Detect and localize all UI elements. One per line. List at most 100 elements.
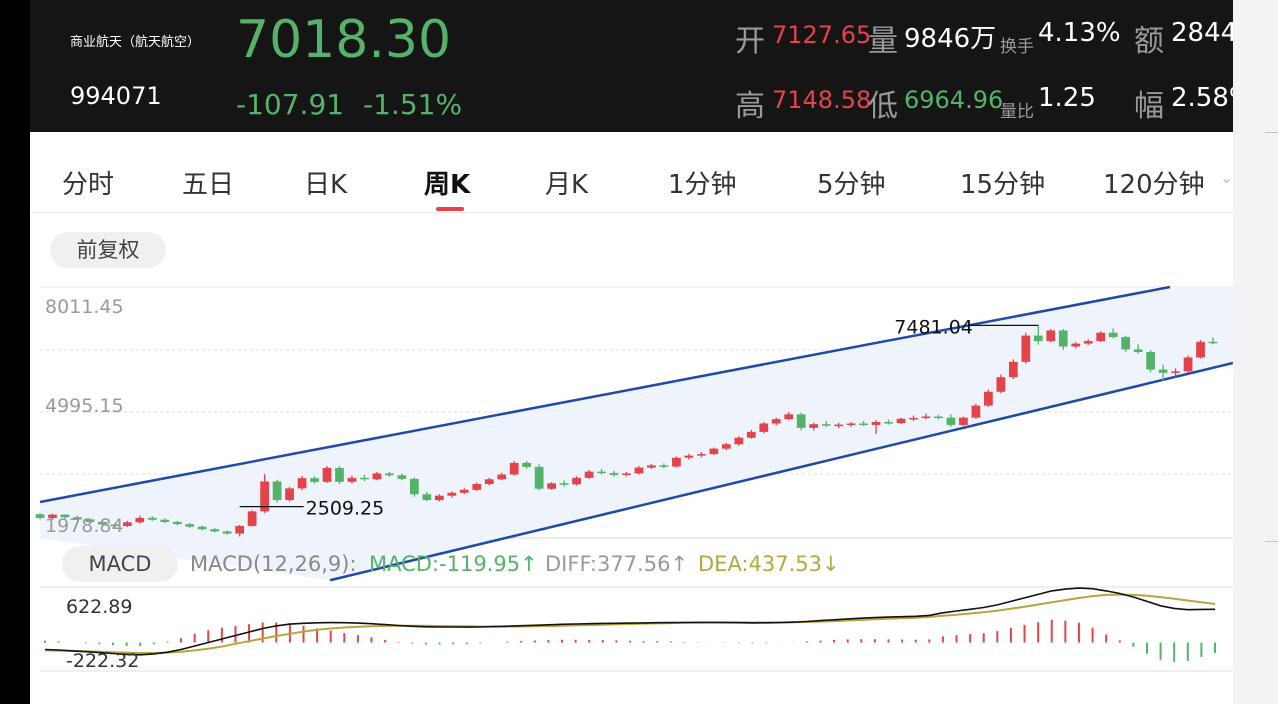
candle-body <box>172 521 182 525</box>
candle-body <box>1083 341 1093 344</box>
candle-body <box>1146 352 1155 370</box>
candle-body <box>1033 335 1043 342</box>
candle-body <box>147 517 157 520</box>
candle-body <box>672 457 681 467</box>
candle-body <box>572 477 581 485</box>
candle-body <box>884 422 893 424</box>
candle-body <box>934 416 943 419</box>
candle-body <box>310 478 319 482</box>
candle-body <box>959 417 968 425</box>
y-axis-top-label: 8011.45 <box>45 296 124 318</box>
candle-body <box>360 477 369 480</box>
macd-value: MACD:-119.95↑ <box>369 552 538 576</box>
edge-dash <box>1265 132 1278 133</box>
candle-body <box>684 455 694 458</box>
candle-body <box>160 519 170 522</box>
candle-body <box>422 494 432 501</box>
candle-body <box>971 405 981 418</box>
dea-value: DEA:437.53↓ <box>698 552 840 576</box>
candle-body <box>996 377 1006 392</box>
candle-body <box>434 495 444 501</box>
candle-body <box>909 418 918 420</box>
app-screen: 商业航天（航天航空） 994071 7018.30 -107.91 -1.51%… <box>30 0 1233 704</box>
macd-top-label: 622.89 <box>66 596 133 618</box>
candle-body <box>372 473 382 480</box>
candle-body <box>609 473 619 475</box>
candle-body <box>1108 332 1118 338</box>
edge-dash <box>1265 541 1278 542</box>
candle-body <box>721 444 731 449</box>
candle-body <box>771 419 781 424</box>
candle-body <box>1046 330 1056 342</box>
candle-body <box>122 522 132 526</box>
candle-body <box>734 437 744 445</box>
candle-body <box>210 529 220 532</box>
candle-body <box>135 517 145 523</box>
candle-body <box>659 465 669 467</box>
macd-params: MACD(12,26,9): <box>190 552 357 576</box>
y-axis-bottom-label: 1978.84 <box>45 515 124 537</box>
candle-body <box>784 414 794 420</box>
candle-body <box>1196 341 1205 358</box>
candle-body <box>1208 341 1218 344</box>
candle-body <box>946 417 956 425</box>
candle-body <box>1158 369 1168 373</box>
candle-body <box>185 524 195 527</box>
candle-body <box>559 483 569 485</box>
candle-body <box>347 477 357 482</box>
candle-body <box>385 473 394 476</box>
candle-body <box>409 478 419 495</box>
candle-body <box>622 473 631 475</box>
candle-body <box>235 525 245 534</box>
candle-body <box>796 414 806 428</box>
candle-body <box>222 531 232 534</box>
candle-body <box>297 478 307 489</box>
candle-body <box>322 467 332 482</box>
candle-body <box>459 489 469 493</box>
candle-body <box>647 465 656 468</box>
candle-body <box>759 423 769 432</box>
candle-body <box>1121 337 1131 350</box>
candle-body <box>397 475 407 479</box>
candle-body <box>285 488 294 501</box>
candle-body <box>1071 343 1081 347</box>
candle-body <box>522 462 532 467</box>
candle-body <box>746 431 756 438</box>
candle-body <box>896 418 906 424</box>
candle-body <box>709 448 719 455</box>
diff-value: DIFF:377.56↑ <box>545 552 689 576</box>
candle-body <box>921 416 931 419</box>
y-axis-mid-label: 4995.15 <box>45 395 124 417</box>
candle-body <box>1021 335 1031 362</box>
candle-body <box>809 424 819 428</box>
candle-body <box>1096 332 1106 342</box>
max-price-annotation: 7481.04 <box>894 316 973 338</box>
candle-body <box>547 483 556 489</box>
candle-body <box>1133 349 1143 353</box>
candle-body <box>272 481 282 501</box>
candle-body <box>35 514 45 518</box>
indicator-select-button[interactable]: MACD <box>62 546 178 582</box>
candle-body <box>697 454 706 456</box>
candle-body <box>1171 371 1180 373</box>
diff-line <box>44 587 1216 656</box>
candle-body <box>509 462 519 475</box>
candle-body <box>984 391 993 406</box>
candle-body <box>584 471 594 478</box>
candle-body <box>821 424 831 426</box>
kline-chart[interactable]: 7481.04 2509.25 <box>30 0 1233 704</box>
candle-body <box>447 492 457 496</box>
candle-body <box>1183 357 1193 372</box>
candle-body <box>335 467 344 482</box>
min-price-annotation: 2509.25 <box>306 498 385 520</box>
candle-body <box>859 423 868 425</box>
right-edge-panel <box>1233 0 1278 704</box>
candle-body <box>197 526 207 530</box>
macd-bottom-label: -222.32 <box>66 650 140 672</box>
candle-body <box>597 471 606 474</box>
candle-body <box>1008 361 1018 378</box>
candle-body <box>634 467 644 474</box>
candle-body <box>534 466 544 489</box>
candle-body <box>484 479 494 485</box>
candle-body <box>834 424 844 427</box>
